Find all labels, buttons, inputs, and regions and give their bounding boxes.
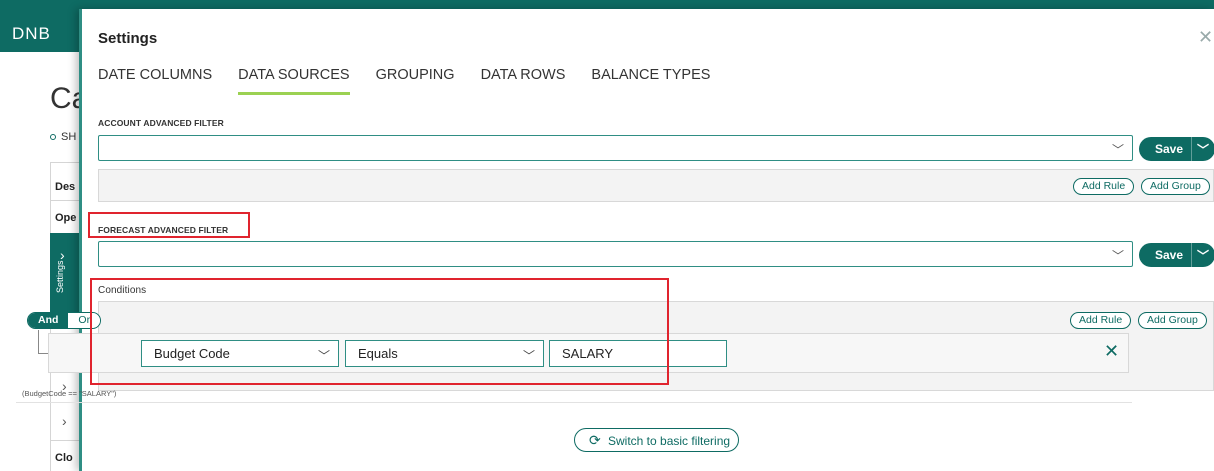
tab-data-rows[interactable]: DATA ROWS — [481, 67, 566, 95]
chevron-right-icon[interactable]: › — [62, 413, 67, 429]
save-label: Save — [1155, 248, 1184, 262]
tab-grouping[interactable]: GROUPING — [376, 67, 455, 95]
condition-value: SALARY — [562, 346, 614, 361]
settings-tab-label: Settings — [55, 260, 65, 293]
filter-expression: (BudgetCode == "SALARY") — [22, 389, 117, 398]
account-save-button[interactable]: Save ﹀ — [1139, 137, 1214, 161]
forecast-filter-label: FORECAST ADVANCED FILTER — [98, 225, 229, 235]
and-or-toggle: And Or — [27, 312, 102, 329]
tab-data-sources[interactable]: DATA SOURCES — [238, 67, 350, 95]
condition-operator-select[interactable]: Equals ﹀ — [345, 340, 544, 367]
side-label-clo: Clo — [55, 452, 73, 464]
divider — [1191, 137, 1192, 161]
account-filter-select[interactable]: ﹀ — [98, 135, 1133, 161]
divider — [1191, 243, 1192, 267]
chevron-down-icon: ﹀ — [1111, 143, 1124, 157]
settings-tabs: DATE COLUMNS DATA SOURCES GROUPING DATA … — [98, 67, 736, 95]
forecast-add-rule-button[interactable]: Add Rule — [1070, 312, 1132, 329]
conditions-label: Conditions — [98, 285, 147, 296]
account-add-group-button[interactable]: Add Group — [1141, 178, 1210, 195]
account-filter-label: ACCOUNT ADVANCED FILTER — [98, 118, 224, 128]
switch-basic-filtering-button[interactable]: ⟳ Switch to basic filtering — [574, 428, 739, 452]
and-button[interactable]: And — [28, 313, 69, 328]
chevron-down-icon: ﹀ — [317, 349, 330, 363]
dnb-logo: DNB — [12, 24, 51, 43]
tree-connector — [38, 330, 39, 353]
tab-date-columns[interactable]: DATE COLUMNS — [98, 67, 212, 95]
chevron-down-icon: ﹀ — [522, 349, 535, 363]
remove-condition-icon[interactable]: ✕ — [1104, 341, 1119, 362]
condition-value-input[interactable]: SALARY — [549, 340, 727, 367]
page-subtitle: SH — [50, 131, 76, 143]
chevron-down-icon[interactable]: ﹀ — [1197, 247, 1209, 264]
page-subtitle-text: SH — [61, 131, 77, 143]
or-button[interactable]: Or — [68, 313, 101, 328]
account-add-rule-button[interactable]: Add Rule — [1073, 178, 1135, 195]
dialog-title: Settings — [98, 30, 158, 47]
field-value: Budget Code — [154, 346, 230, 361]
close-icon[interactable]: ✕ — [1198, 27, 1213, 48]
chevron-down-icon[interactable]: ﹀ — [1197, 141, 1209, 158]
divider — [16, 402, 1132, 403]
side-label-des: Des — [55, 181, 76, 193]
refresh-icon: ⟳ — [589, 432, 601, 448]
side-label-ope: Ope — [55, 212, 77, 224]
tab-balance-types[interactable]: BALANCE TYPES — [591, 67, 710, 95]
switch-label: Switch to basic filtering — [608, 434, 731, 448]
forecast-filter-select[interactable]: ﹀ — [98, 241, 1133, 267]
chevron-down-icon: ﹀ — [1111, 249, 1124, 263]
account-rule-box — [98, 169, 1214, 202]
operator-value: Equals — [358, 346, 398, 361]
condition-field-select[interactable]: Budget Code ﹀ — [141, 340, 339, 367]
status-dot-icon — [50, 134, 56, 140]
forecast-save-button[interactable]: Save ﹀ — [1139, 243, 1214, 267]
save-label: Save — [1155, 142, 1184, 156]
tree-connector — [38, 353, 48, 354]
forecast-add-group-button[interactable]: Add Group — [1138, 312, 1207, 329]
